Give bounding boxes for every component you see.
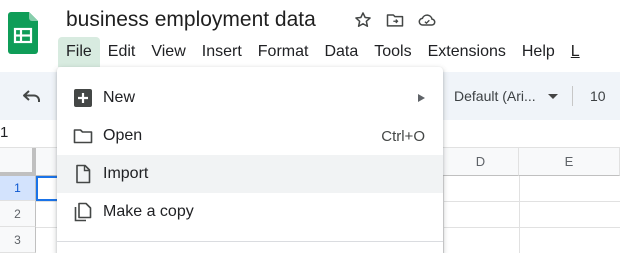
title-icons [352,9,438,31]
submenu-arrow-icon [418,94,425,102]
menu-data[interactable]: Data [316,37,366,67]
row-header-1[interactable]: 1 [0,176,36,201]
plus-square-icon [73,88,93,108]
undo-icon[interactable] [20,84,44,108]
font-size-input[interactable]: 10 [590,84,606,108]
copy-icon [73,202,93,222]
name-box[interactable]: 1 [0,124,8,141]
menu-tools[interactable]: Tools [366,37,419,67]
toolbar-divider [572,86,573,106]
menu-help[interactable]: Help [514,37,563,67]
star-icon[interactable] [352,9,374,31]
file-icon [73,164,93,184]
sheets-logo[interactable] [8,12,38,54]
font-family-select[interactable]: Default (Ari... [454,84,558,108]
menu-item-import[interactable]: Import [57,155,443,193]
grid-col-line [443,176,444,253]
row-header-2[interactable]: 2 [0,201,36,227]
menu-insert[interactable]: Insert [194,37,250,67]
document-title[interactable]: business employment data [66,6,316,34]
keyboard-shortcut: Ctrl+O [381,127,425,145]
menu-file[interactable]: File [58,37,100,67]
menu-item-label: Make a copy [103,203,194,220]
cloud-saved-icon[interactable] [416,9,438,31]
move-to-folder-icon[interactable] [384,9,406,31]
column-header-d[interactable]: D [443,148,519,176]
folder-icon [73,126,93,146]
column-header-e[interactable]: E [519,148,620,176]
file-menu-dropdown: New Open Ctrl+O Import Make a copy [57,67,443,253]
menu-last-edit-link[interactable]: L [563,37,588,67]
menu-edit[interactable]: Edit [100,37,144,67]
menu-item-open[interactable]: Open Ctrl+O [57,117,443,155]
menu-item-label: Import [103,165,149,182]
chevron-down-icon [547,93,558,99]
font-family-value: Default (Ari... [454,88,536,104]
menu-format[interactable]: Format [250,37,317,67]
grid-col-line [519,176,520,253]
row-header-3[interactable]: 3 [0,227,36,253]
menu-divider [57,241,443,242]
menu-item-label: Open [103,127,143,144]
menu-extensions[interactable]: Extensions [420,37,514,67]
menu-item-label: New [103,89,136,106]
menu-item-new[interactable]: New [57,79,443,117]
select-all-corner[interactable] [0,148,36,176]
menu-item-make-a-copy[interactable]: Make a copy [57,193,443,231]
menu-view[interactable]: View [143,37,193,67]
menu-bar: File Edit View Insert Format Data Tools … [58,37,588,67]
